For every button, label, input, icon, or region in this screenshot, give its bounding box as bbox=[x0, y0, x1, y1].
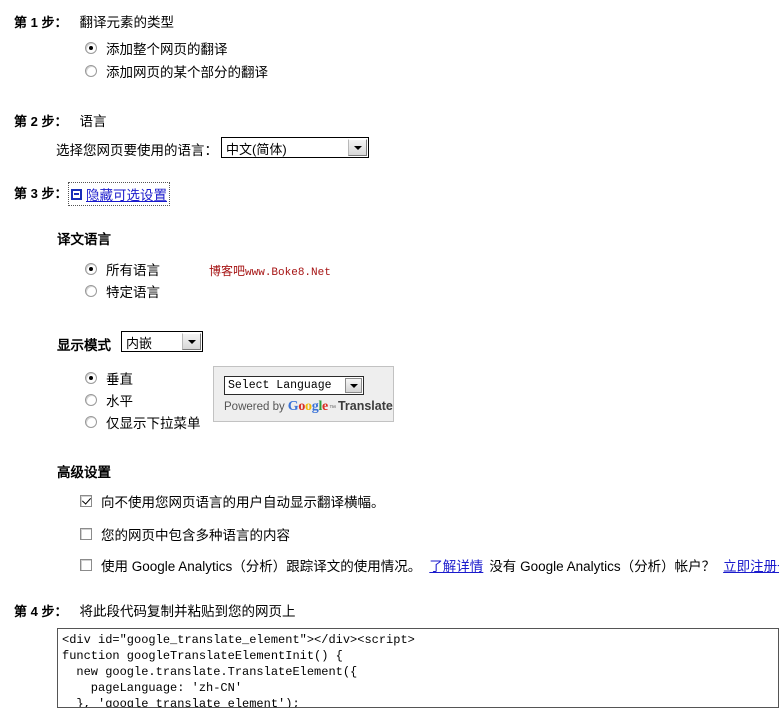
widget-language-select-value: Select Language bbox=[228, 379, 332, 392]
google-logo-o2: o bbox=[305, 399, 312, 414]
radio-page-section-icon[interactable] bbox=[85, 65, 97, 77]
learn-more-link[interactable]: 了解详情 bbox=[429, 555, 483, 575]
step-3-header: 第 3 步： bbox=[14, 183, 67, 202]
chevron-down-icon[interactable] bbox=[348, 139, 367, 156]
signup-link[interactable]: 立即注册一个 bbox=[723, 555, 779, 575]
radio-specific-languages-icon[interactable] bbox=[85, 285, 97, 297]
checkbox-multilingual-icon[interactable] bbox=[80, 528, 92, 540]
step-4-header: 第 4 步： 将此段代码复制并粘贴到您的网页上 bbox=[14, 600, 295, 620]
translate-widget-preview: Select Language Powered by Google ™ Trans… bbox=[213, 366, 394, 422]
radio-option-vertical[interactable]: 垂直 bbox=[85, 368, 133, 388]
checkbox-auto-banner-label: 向不使用您网页语言的用户自动显示翻译横幅。 bbox=[101, 495, 385, 510]
radio-all-languages-label: 所有语言 bbox=[106, 263, 160, 278]
radio-whole-page-label: 添加整个网页的翻译 bbox=[106, 42, 228, 57]
google-logo-e: e bbox=[322, 399, 328, 414]
step-2-header: 第 2 步： 语言 bbox=[14, 110, 106, 130]
radio-specific-languages-label: 特定语言 bbox=[106, 285, 160, 300]
checkbox-option-analytics-row[interactable]: 使用 Google Analytics（分析）跟踪译文的使用情况。 了解详情 没… bbox=[80, 555, 779, 575]
toggle-optional-settings-link[interactable]: 隐藏可选设置 bbox=[68, 182, 170, 206]
radio-option-all-languages[interactable]: 所有语言 bbox=[85, 259, 160, 279]
step-2-title: 语言 bbox=[79, 114, 107, 129]
checkbox-auto-banner-icon[interactable] bbox=[80, 495, 92, 507]
chevron-down-icon[interactable] bbox=[345, 378, 362, 393]
radio-vertical-label: 垂直 bbox=[106, 372, 133, 387]
translation-language-heading: 译文语言 bbox=[57, 232, 111, 247]
radio-option-horizontal[interactable]: 水平 bbox=[85, 390, 133, 410]
checkbox-multilingual-label: 您的网页中包含多种语言的内容 bbox=[101, 528, 290, 543]
step-3-number: 第 3 步： bbox=[14, 186, 68, 201]
radio-option-specific-languages[interactable]: 特定语言 bbox=[85, 281, 160, 301]
radio-all-languages-icon[interactable] bbox=[85, 263, 97, 275]
google-logo: Google bbox=[287, 399, 329, 415]
embed-code-textarea[interactable]: <div id="google_translate_element"></div… bbox=[57, 628, 779, 708]
step-4-number: 第 4 步： bbox=[14, 604, 68, 619]
radio-horizontal-label: 水平 bbox=[106, 394, 133, 409]
radio-dropdown-only-label: 仅显示下拉菜单 bbox=[106, 416, 201, 431]
radio-horizontal-icon[interactable] bbox=[85, 394, 97, 406]
radio-option-whole-page[interactable]: 添加整个网页的翻译 bbox=[85, 38, 228, 58]
powered-by-google-translate: Powered by Google ™ Translate bbox=[224, 399, 393, 415]
radio-option-page-section[interactable]: 添加网页的某个部分的翻译 bbox=[85, 61, 268, 81]
page-language-prompt-label: 选择您网页要使用的语言： bbox=[56, 143, 218, 158]
checkbox-analytics-icon[interactable] bbox=[80, 559, 92, 571]
watermark: 博客吧www.Boke8.Net bbox=[209, 262, 331, 279]
trademark-icon: ™ bbox=[328, 405, 336, 412]
checkbox-analytics-label: 使用 Google Analytics（分析）跟踪译文的使用情况。 bbox=[101, 559, 422, 574]
step-2-number: 第 2 步： bbox=[14, 114, 68, 129]
display-mode-select-value: 内嵌 bbox=[126, 335, 153, 351]
widget-language-select[interactable]: Select Language bbox=[224, 376, 364, 395]
step-1-title: 翻译元素的类型 bbox=[79, 15, 174, 30]
checkbox-option-auto-banner[interactable]: 向不使用您网页语言的用户自动显示翻译横幅。 bbox=[80, 491, 385, 511]
translate-wordmark: Translate bbox=[337, 399, 393, 413]
step-1-header: 第 1 步： 翻译元素的类型 bbox=[14, 11, 174, 31]
checkbox-option-multilingual[interactable]: 您的网页中包含多种语言的内容 bbox=[80, 524, 290, 544]
toggle-optional-settings-label: 隐藏可选设置 bbox=[86, 188, 167, 203]
display-mode-heading: 显示模式 bbox=[57, 338, 111, 353]
analytics-no-account-text: 没有 Google Analytics（分析）帐户？ bbox=[489, 559, 716, 574]
watermark-url: www.Boke8.Net bbox=[245, 267, 331, 279]
google-translate-setup-page: 第 1 步： 翻译元素的类型 添加整个网页的翻译 添加网页的某个部分的翻译 第 … bbox=[0, 0, 779, 708]
page-language-prompt: 选择您网页要使用的语言： bbox=[56, 139, 218, 159]
step-1-number: 第 1 步： bbox=[14, 15, 68, 30]
powered-by-label: Powered by bbox=[224, 401, 285, 413]
radio-option-dropdown-only[interactable]: 仅显示下拉菜单 bbox=[85, 412, 201, 432]
radio-vertical-icon[interactable] bbox=[85, 372, 97, 384]
display-mode-select[interactable]: 内嵌 bbox=[121, 331, 203, 352]
radio-dropdown-only-icon[interactable] bbox=[85, 416, 97, 428]
step-4-title: 将此段代码复制并粘贴到您的网页上 bbox=[79, 604, 296, 619]
chevron-down-icon[interactable] bbox=[182, 333, 201, 350]
advanced-settings-heading: 高级设置 bbox=[57, 465, 111, 480]
radio-page-section-label: 添加网页的某个部分的翻译 bbox=[106, 65, 268, 80]
page-language-select-value: 中文(简体) bbox=[226, 141, 287, 157]
minus-square-icon[interactable] bbox=[71, 188, 82, 200]
radio-whole-page-icon[interactable] bbox=[85, 42, 97, 54]
page-language-select[interactable]: 中文(简体) bbox=[221, 137, 369, 158]
watermark-cn: 博客吧 bbox=[209, 264, 246, 278]
google-logo-g1: G bbox=[287, 399, 299, 414]
